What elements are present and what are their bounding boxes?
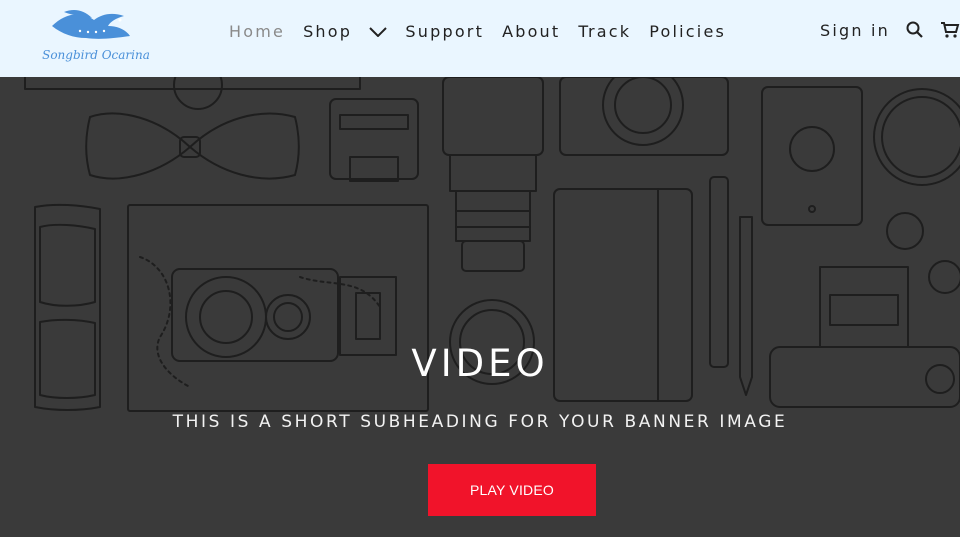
nav-shop[interactable]: Shop [303,21,388,41]
signin-link[interactable]: Sign in [820,21,890,40]
main-nav: Home Shop Support About Track Policies [229,20,744,42]
nav-about[interactable]: About [502,22,560,41]
logo-text: Songbird Ocarina [42,48,150,62]
chevron-down-icon [369,27,388,37]
play-video-button[interactable]: PLAY VIDEO [428,464,596,516]
cart-icon[interactable] [940,21,960,39]
bird-logo-icon [52,10,130,39]
nav-track[interactable]: Track [578,22,631,41]
hero-banner: VIDEO THIS IS A SHORT SUBHEADING FOR YOU… [0,77,960,537]
nav-support[interactable]: Support [405,22,484,41]
hero-subheading: THIS IS A SHORT SUBHEADING FOR YOUR BANN… [172,412,788,432]
nav-shop-label: Shop [303,21,353,41]
site-header: Songbird Ocarina Home Shop Support About… [0,0,960,77]
header-actions: Sign in [820,18,960,42]
hero-title: VIDEO [411,342,549,385]
logo[interactable]: Songbird Ocarina [40,4,152,72]
nav-home[interactable]: Home [229,22,285,41]
nav-policies[interactable]: Policies [649,22,726,41]
search-icon[interactable] [906,21,924,39]
